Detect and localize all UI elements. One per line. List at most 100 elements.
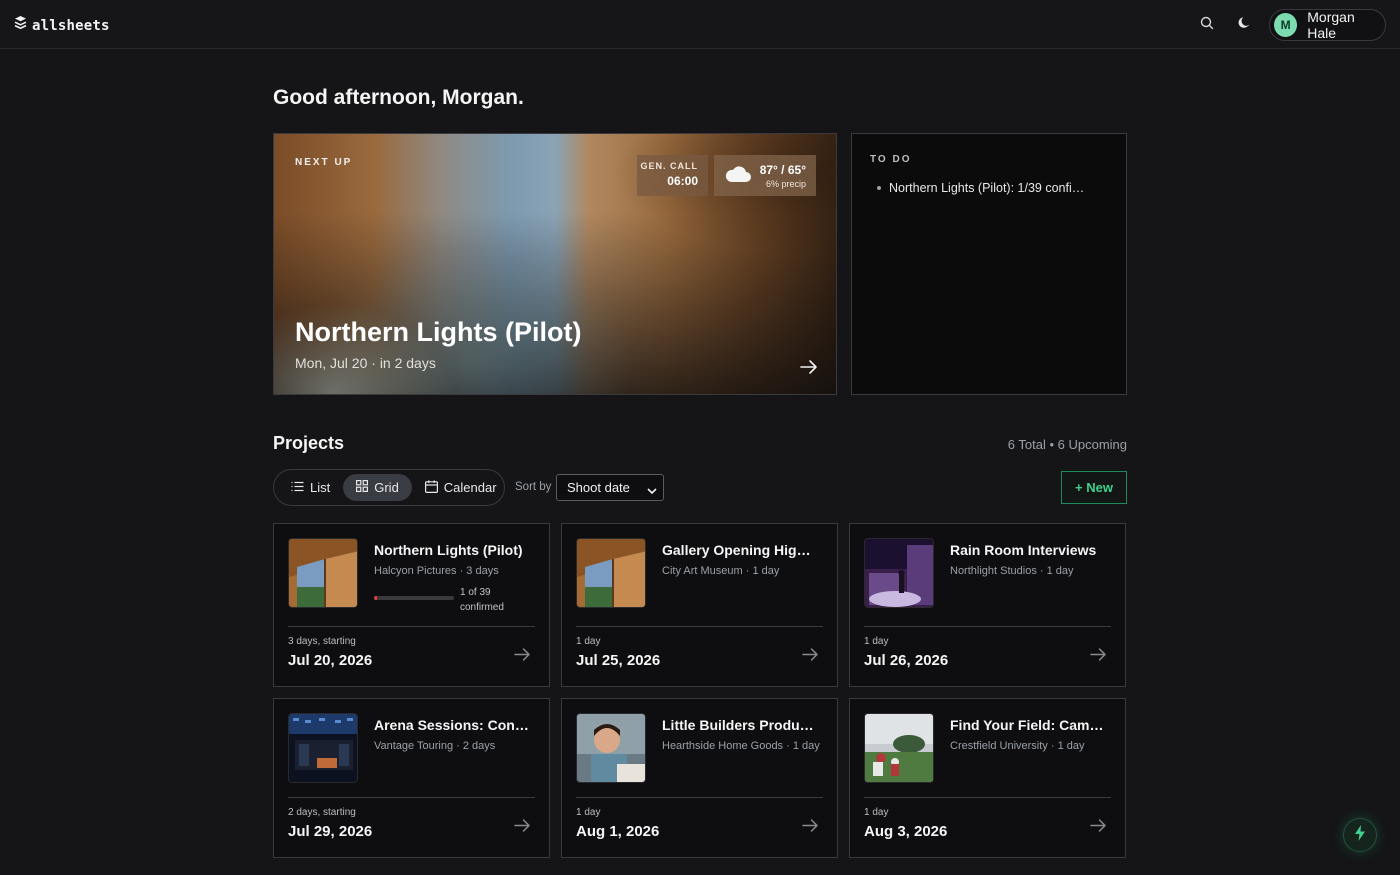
arrow-right-icon[interactable] [800,359,818,380]
project-meta: Crestfield University · 1 day [950,740,1085,752]
projects-heading: Projects [273,433,345,453]
calendar-icon [424,479,438,496]
project-card[interactable]: Little Builders Produ… Hearthside Home G… [561,698,838,858]
project-meta: City Art Museum · 1 day [662,565,780,577]
stack-logo-icon [14,15,27,36]
project-card[interactable]: Find Your Field: Cam… Crestfield Univers… [849,698,1126,858]
sort-label: Sort by [515,481,552,493]
general-call-label: GEN. CALL [640,161,698,171]
project-thumbnail [576,538,646,608]
project-title: Little Builders Produ… [662,717,814,733]
sort-value: Shoot date [567,480,630,495]
project-date: Aug 1, 2026 [576,823,660,840]
arrow-right-icon [514,647,531,667]
theme-toggle-button[interactable] [1232,13,1256,37]
bullet-icon [877,186,881,190]
divider [288,626,535,627]
project-title: Gallery Opening Hig… [662,542,811,558]
avatar: M [1274,13,1298,37]
quick-action-button[interactable] [1343,818,1377,852]
chevron-down-icon [647,483,657,498]
arrow-right-icon [1090,818,1107,838]
project-date: Aug 3, 2026 [864,823,948,840]
next-up-card[interactable]: NEXT UP GEN. CALL 06:00 87° / 65° 6% pre… [273,133,837,395]
divider [576,797,823,798]
project-meta: Vantage Touring · 2 days [374,740,496,752]
next-up-label: NEXT UP [295,157,353,168]
view-list-label: List [310,480,331,495]
project-meta: Northlight Studios · 1 day [950,565,1074,577]
project-date: Jul 29, 2026 [288,823,373,840]
view-calendar-label: Calendar [443,480,497,495]
project-thumbnail [576,713,646,783]
brand-logo[interactable]: allsheets [14,15,110,36]
project-thumbnail [864,538,934,608]
weather-temperature: 87° / 65° [759,163,806,177]
general-call-badge: GEN. CALL 06:00 [637,155,708,196]
view-calendar-button[interactable]: Calendar [412,474,510,501]
project-duration: 1 day [864,807,889,818]
progress-fill [374,596,378,600]
view-list-button[interactable]: List [278,474,343,501]
project-title: Northern Lights (Pilot) [374,542,523,558]
project-duration: 1 day [576,636,601,647]
lightning-icon [1354,824,1366,846]
general-call-time: 06:00 [667,174,698,188]
project-duration: 1 day [864,636,889,647]
confirmation-progress-text: 1 of 39 confirmed [460,585,520,615]
project-duration: 2 days, starting [288,807,356,818]
todo-item-text: Northern Lights (Pilot): 1/39 confi… [889,181,1085,195]
new-project-button[interactable]: + New [1061,471,1127,504]
project-card[interactable]: Northern Lights (Pilot) Halcyon Pictures… [273,523,550,687]
view-toggle: List Grid Calendar [273,469,505,506]
project-card[interactable]: Arena Sessions: Con… Vantage Touring · 2… [273,698,550,858]
grid-icon [356,480,369,495]
todo-item[interactable]: Northern Lights (Pilot): 1/39 confi… [877,181,1084,195]
confirmation-label: confirmed [460,602,504,613]
list-icon [291,480,304,495]
project-date: Jul 25, 2026 [576,652,661,669]
next-up-title: Northern Lights (Pilot) [295,317,582,347]
divider [864,797,1111,798]
search-icon [1200,16,1214,35]
view-grid-button[interactable]: Grid [343,474,412,501]
divider [576,626,823,627]
confirmation-count: 1 of 39 [460,587,491,598]
user-name: Morgan Hale [1307,9,1355,41]
moon-icon [1237,16,1251,35]
project-date: Jul 20, 2026 [288,652,373,669]
project-thumbnail [864,713,934,783]
divider [864,626,1111,627]
arrow-right-icon [802,647,819,667]
view-grid-label: Grid [374,480,399,495]
divider [288,797,535,798]
arrow-right-icon [802,818,819,838]
app-name: allsheets [32,17,110,34]
sort-select[interactable]: Shoot date [556,474,664,501]
project-card[interactable]: Rain Room Interviews Northlight Studios … [849,523,1126,687]
cloud-icon [724,164,752,189]
search-button[interactable] [1195,13,1219,37]
project-thumbnail [288,713,358,783]
project-meta: Halcyon Pictures · 3 days [374,565,499,577]
todo-label: TO DO [870,154,912,165]
confirmation-progress-bar [374,596,454,600]
weather-badge: 87° / 65° 6% precip [714,155,816,196]
project-duration: 3 days, starting [288,636,356,647]
next-up-date: Mon, Jul 20 · in 2 days [295,355,436,371]
arrow-right-icon [1090,647,1107,667]
weather-precipitation: 6% precip [765,179,806,189]
project-card[interactable]: Gallery Opening Hig… City Art Museum · 1… [561,523,838,687]
project-meta: Hearthside Home Goods · 1 day [662,740,820,752]
user-menu-button[interactable]: M Morgan Hale [1269,9,1386,41]
project-title: Rain Room Interviews [950,542,1097,558]
arrow-right-icon [514,818,531,838]
project-title: Arena Sessions: Con… [374,717,529,733]
project-title: Find Your Field: Cam… [950,717,1104,733]
project-thumbnail [288,538,358,608]
project-duration: 1 day [576,807,601,818]
projects-count: 6 Total • 6 Upcoming [1007,437,1127,452]
project-date: Jul 26, 2026 [864,652,949,669]
todo-panel: TO DO Northern Lights (Pilot): 1/39 conf… [851,133,1127,395]
top-bar: allsheets M Morgan Hale [0,0,1400,49]
